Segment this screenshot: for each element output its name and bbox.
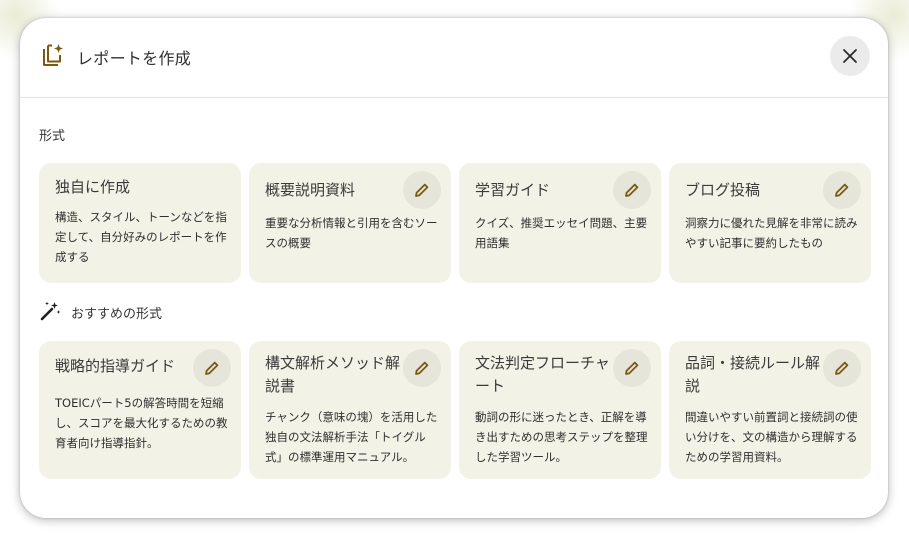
edit-button[interactable] bbox=[823, 349, 861, 387]
dialog-title: レポートを作成 bbox=[77, 49, 192, 68]
card-description: 構造、スタイル、トーンなどを指定して、自分好みのレポートを作成する bbox=[55, 210, 227, 264]
edit-button[interactable] bbox=[193, 349, 231, 387]
report-add-icon bbox=[43, 44, 63, 66]
edit-button[interactable] bbox=[613, 349, 651, 387]
recommended-section-label: おすすめの形式 bbox=[71, 307, 163, 322]
recommended-card-grammar-flowchart[interactable]: 文法判定フローチャート 動詞の形に迷ったとき、正解を導き出すための思考ステップを… bbox=[459, 341, 661, 479]
pencil-icon bbox=[415, 183, 429, 197]
format-card-blog-post[interactable]: ブログ投稿 洞察力に優れた見解を非常に読みやすい記事に要約したもの bbox=[669, 163, 871, 283]
recommended-card-strategy-guide[interactable]: 戦略的指導ガイド TOEICパート5の解答時間を短縮し、スコアを最大化するための… bbox=[39, 341, 241, 479]
recommended-card-parts-of-speech[interactable]: 品詞・接続ルール解説 間違いやすい前置詞と接続詞の使い分けを、文の構造から理解す… bbox=[669, 341, 871, 479]
format-card-briefing[interactable]: 概要説明資料 重要な分析情報と引用を含むソースの概要 bbox=[249, 163, 451, 283]
close-icon bbox=[843, 49, 857, 63]
edit-button[interactable] bbox=[613, 171, 651, 209]
card-title: 構文解析メソッド解説書 bbox=[265, 354, 401, 395]
edit-button[interactable] bbox=[823, 171, 861, 209]
format-card-study-guide[interactable]: 学習ガイド クイズ、推奨エッセイ問題、主要用語集 bbox=[459, 163, 661, 283]
card-title: 概要説明資料 bbox=[265, 181, 356, 199]
dialog-header: レポートを作成 bbox=[20, 18, 888, 98]
edit-button[interactable] bbox=[403, 349, 441, 387]
card-title: 戦略的指導ガイド bbox=[55, 357, 176, 375]
pencil-icon bbox=[415, 361, 429, 375]
magic-wand-icon bbox=[40, 301, 61, 321]
card-description: 洞察力に優れた見解を非常に読みやすい記事に要約したもの bbox=[685, 216, 858, 250]
create-report-dialog: レポートを作成 形式 独自に作成 構造、スタイル、トーンなどを指定して、自分好み… bbox=[20, 18, 888, 518]
card-title: 品詞・接続ルール解説 bbox=[685, 354, 821, 395]
card-description: TOEICパート5の解答時間を短縮し、スコアを最大化するための教育者向け指導指針… bbox=[55, 396, 228, 450]
card-description: 動詞の形に迷ったとき、正解を導き出すための思考ステップを整理した学習ツール。 bbox=[475, 410, 648, 464]
card-title: 文法判定フローチャート bbox=[475, 354, 610, 395]
edit-button[interactable] bbox=[403, 171, 441, 209]
close-button[interactable] bbox=[830, 36, 870, 76]
card-title: 学習ガイド bbox=[475, 181, 551, 199]
format-card-custom[interactable]: 独自に作成 構造、スタイル、トーンなどを指定して、自分好みのレポートを作成する bbox=[39, 163, 241, 283]
screen: レポートを作成 形式 独自に作成 構造、スタイル、トーンなどを指定して、自分好み… bbox=[0, 0, 909, 538]
format-section-label: 形式 bbox=[39, 129, 66, 144]
card-title: ブログ投稿 bbox=[685, 181, 761, 199]
pencil-icon bbox=[205, 361, 219, 375]
card-description: 重要な分析情報と引用を含むソースの概要 bbox=[265, 216, 438, 250]
pencil-icon bbox=[625, 183, 639, 197]
recommended-card-syntax-method[interactable]: 構文解析メソッド解説書 チャンク（意味の塊）を活用した独自の文法解析手法「トイグ… bbox=[249, 341, 451, 479]
pencil-icon bbox=[625, 361, 639, 375]
card-title: 独自に作成 bbox=[55, 178, 131, 196]
card-description: チャンク（意味の塊）を活用した独自の文法解析手法「トイグル式」の標準運用マニュア… bbox=[265, 410, 438, 464]
card-description: 間違いやすい前置詞と接続詞の使い分けを、文の構造から理解するための学習用資料。 bbox=[685, 410, 858, 464]
pencil-icon bbox=[835, 183, 849, 197]
pencil-icon bbox=[835, 361, 849, 375]
card-description: クイズ、推奨エッセイ問題、主要用語集 bbox=[475, 216, 648, 250]
